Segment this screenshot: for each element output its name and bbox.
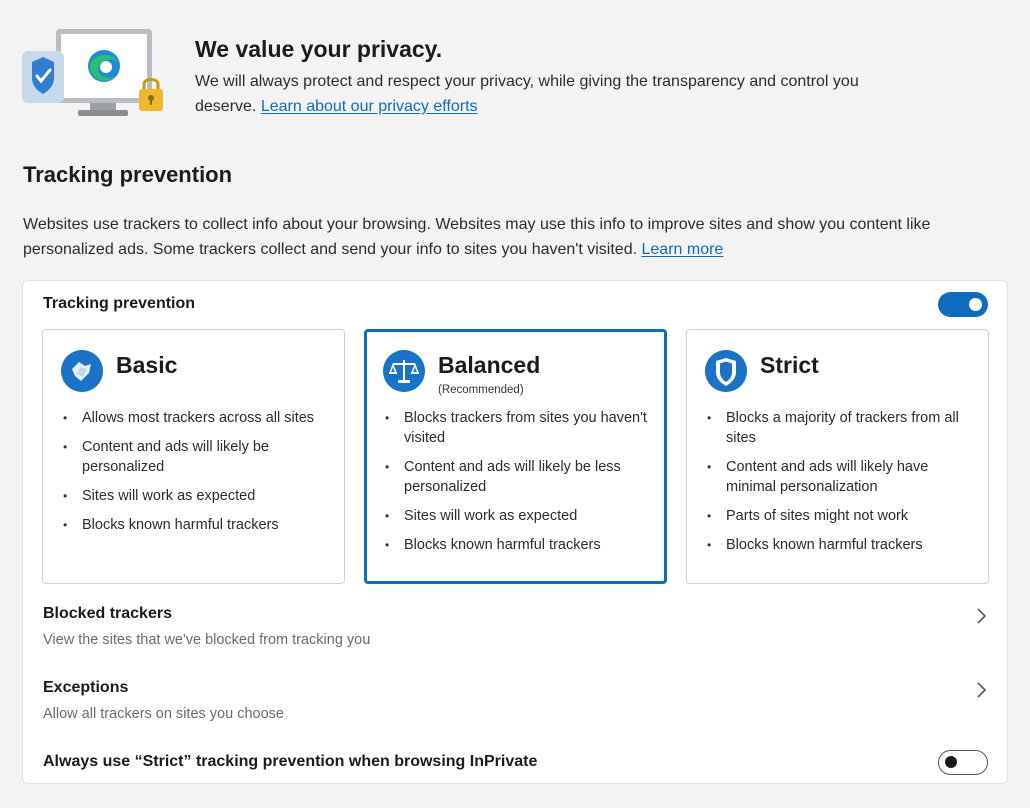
card-bullet: Sites will work as expected: [385, 506, 655, 526]
exceptions-title: Exceptions: [43, 679, 129, 696]
balance-scale-icon: [383, 350, 425, 392]
card-bullet: Allows most trackers across all sites: [63, 408, 333, 428]
card-bullet: Blocks trackers from sites you haven't v…: [385, 408, 655, 448]
card-bullet: Content and ads will likely be personali…: [63, 437, 333, 477]
section-description: Websites use trackers to collect info ab…: [23, 213, 1013, 262]
privacy-description: We will always protect and respect your …: [195, 69, 895, 119]
chevron-right-icon: [977, 682, 987, 698]
card-bullet: Blocks known harmful trackers: [385, 535, 655, 555]
toggle-knob: [969, 298, 982, 311]
card-title: Balanced: [438, 352, 541, 378]
card-bullets: Blocks a majority of trackers from all s…: [707, 408, 977, 564]
inprivate-row: Always use “Strict” tracking prevention …: [43, 753, 988, 771]
inprivate-strict-toggle[interactable]: [938, 750, 988, 775]
blocked-trackers-title: Blocked trackers: [43, 605, 172, 622]
section-description-text: Websites use trackers to collect info ab…: [23, 216, 931, 258]
card-bullets: Allows most trackers across all sites Co…: [63, 408, 333, 544]
card-title: Basic: [116, 352, 178, 378]
card-bullet: Sites will work as expected: [63, 486, 333, 506]
card-bullets: Blocks trackers from sites you haven't v…: [385, 408, 655, 564]
tracking-prevention-panel: Tracking prevention Basic Allows most tr…: [22, 280, 1008, 784]
shield-icon: [705, 350, 747, 392]
card-bullet: Parts of sites might not work: [707, 506, 977, 526]
privacy-illustration-icon: [22, 29, 163, 116]
tracking-prevention-label: Tracking prevention: [43, 295, 196, 312]
exceptions-row[interactable]: Exceptions Allow all trackers on sites y…: [43, 679, 988, 722]
privacy-banner: We value your privacy. We will always pr…: [20, 26, 1010, 126]
card-strict[interactable]: Strict Blocks a majority of trackers fro…: [686, 329, 989, 584]
basic-shield-icon: [61, 350, 103, 392]
card-title: Strict: [760, 352, 819, 378]
toggle-knob: [945, 756, 957, 768]
privacy-title: We value your privacy.: [195, 36, 443, 62]
blocked-trackers-description: View the sites that we've blocked from t…: [43, 632, 371, 648]
card-balanced[interactable]: Balanced (Recommended) Blocks trackers f…: [364, 329, 667, 584]
inprivate-label: Always use “Strict” tracking prevention …: [43, 753, 538, 770]
privacy-efforts-link[interactable]: Learn about our privacy efforts: [261, 98, 478, 115]
exceptions-description: Allow all trackers on sites you choose: [43, 706, 284, 722]
tracking-prevention-toggle[interactable]: [938, 292, 988, 317]
card-recommended-label: (Recommended): [438, 384, 524, 396]
chevron-right-icon: [977, 608, 987, 624]
card-bullet: Blocks known harmful trackers: [63, 515, 333, 535]
card-bullet: Blocks a majority of trackers from all s…: [707, 408, 977, 448]
card-basic[interactable]: Basic Allows most trackers across all si…: [42, 329, 345, 584]
card-bullet: Content and ads will likely have minimal…: [707, 457, 977, 497]
card-bullet: Blocks known harmful trackers: [707, 535, 977, 555]
card-bullet: Content and ads will likely be less pers…: [385, 457, 655, 497]
blocked-trackers-row[interactable]: Blocked trackers View the sites that we'…: [43, 605, 988, 648]
section-title: Tracking prevention: [23, 162, 233, 187]
learn-more-link[interactable]: Learn more: [642, 241, 724, 258]
